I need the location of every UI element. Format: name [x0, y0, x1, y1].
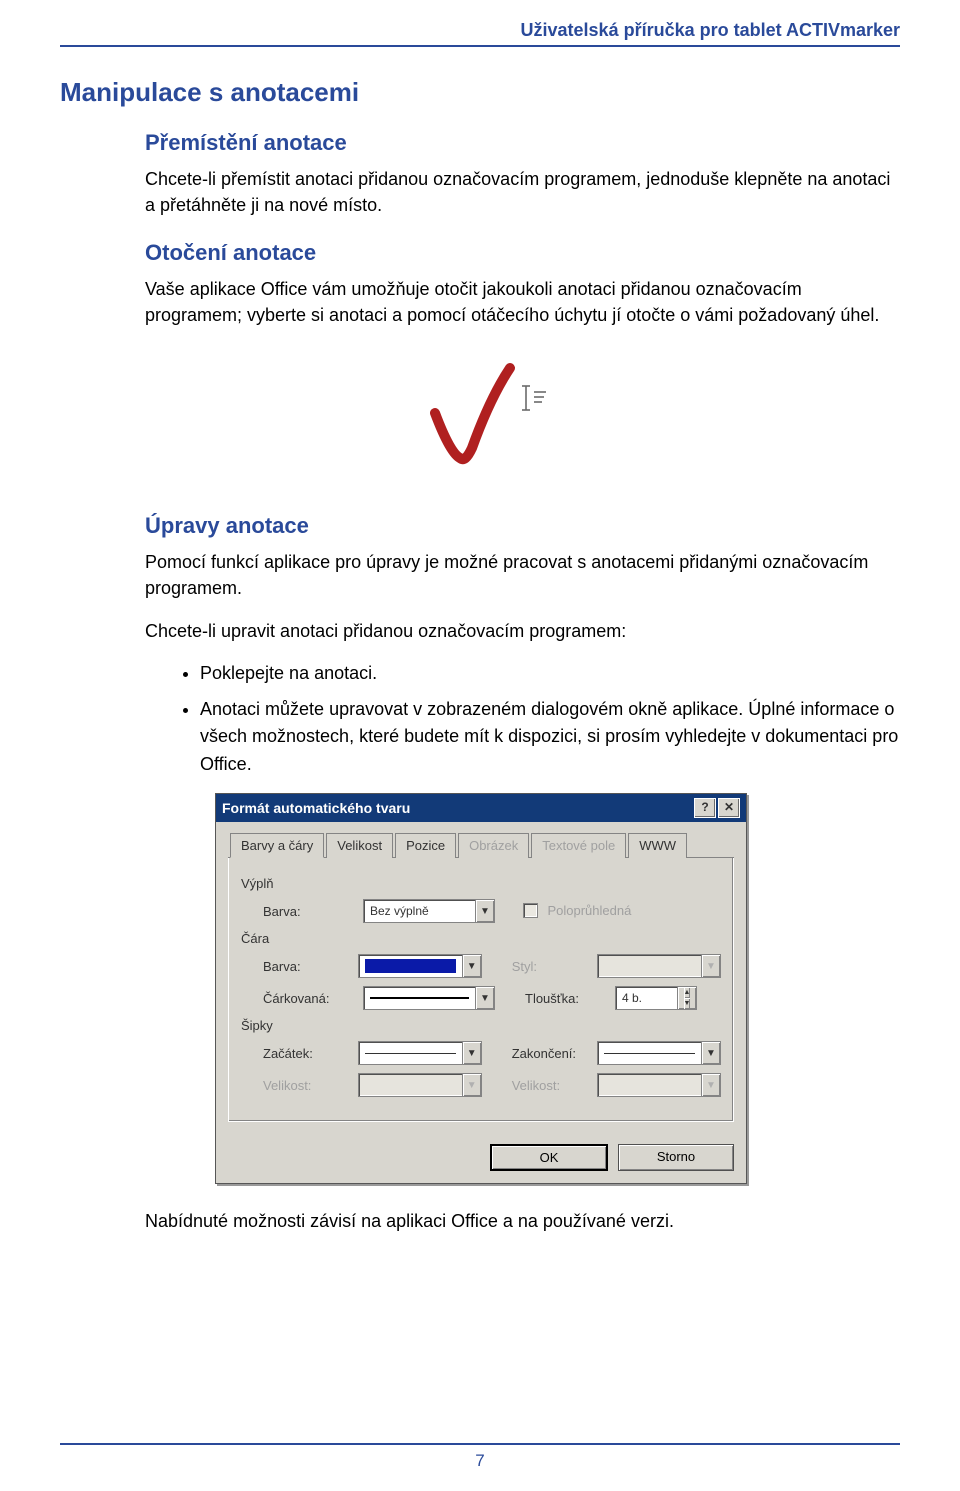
label-styl: Styl:	[512, 959, 587, 974]
chevron-down-icon: ▼	[701, 955, 720, 977]
list-item: Poklepejte na anotaci.	[200, 660, 900, 688]
line-preview	[370, 997, 469, 999]
list-item: Anotaci můžete upravovat v zobrazeném di…	[200, 696, 900, 780]
chevron-down-icon: ▼	[475, 987, 494, 1009]
combo-carkovana[interactable]: ▼	[363, 986, 495, 1010]
help-icon[interactable]: ?	[694, 798, 716, 818]
heading-manipulace: Manipulace s anotacemi	[60, 77, 900, 108]
tab-pozice[interactable]: Pozice	[395, 833, 456, 858]
label-polopruhledna: Poloprůhledná	[547, 903, 631, 918]
combo-barva-vypln[interactable]: Bez výplně ▼	[363, 899, 495, 923]
arrow-end-preview	[604, 1053, 695, 1054]
spin-arrows: ▲▼	[677, 987, 696, 1009]
chevron-down-icon: ▼	[462, 1074, 481, 1096]
paragraph-premisteni: Chcete-li přemístit anotaci přidanou ozn…	[60, 166, 900, 218]
combo-barva-cara[interactable]: ▼	[358, 954, 482, 978]
header-title: Uživatelská příručka pro tablet ACTIVmar…	[60, 20, 900, 47]
dialog-title: Formát automatického tvaru	[222, 800, 410, 816]
chevron-down-icon: ▼	[462, 1042, 481, 1064]
paragraph-upravy-2: Chcete-li upravit anotaci přidanou označ…	[60, 618, 900, 644]
spin-tloustka[interactable]: 4 b. ▲▼	[615, 986, 697, 1010]
paragraph-closing: Nabídnuté možnosti závisí na aplikaci Of…	[60, 1208, 900, 1234]
arrow-start-preview	[365, 1053, 456, 1054]
heading-otoceni: Otočení anotace	[60, 240, 900, 266]
tab-velikost[interactable]: Velikost	[326, 833, 393, 858]
color-swatch	[365, 959, 456, 973]
page-number: 7	[60, 1443, 900, 1471]
tab-www[interactable]: WWW	[628, 833, 687, 858]
heading-upravy: Úpravy anotace	[60, 513, 900, 539]
tab-barvy-a-cary[interactable]: Barvy a čáry	[230, 833, 324, 858]
cancel-button[interactable]: Storno	[618, 1144, 734, 1171]
format-dialog: Formát automatického tvaru ? ✕ Barvy a č…	[215, 793, 747, 1184]
combo-velikost-zakonceni: ▼	[597, 1073, 721, 1097]
group-vypln: Výplň	[241, 876, 721, 891]
label-velikost-zacatek: Velikost:	[263, 1078, 348, 1093]
chevron-down-icon: ▼	[462, 955, 481, 977]
close-icon[interactable]: ✕	[718, 798, 740, 818]
tab-textove-pole[interactable]: Textové pole	[531, 833, 626, 858]
ok-button[interactable]: OK	[490, 1144, 608, 1171]
combo-zacatek[interactable]: ▼	[358, 1041, 482, 1065]
chevron-down-icon: ▼	[701, 1074, 720, 1096]
chevron-down-icon: ▼	[475, 900, 494, 922]
label-barva-vypln: Barva:	[263, 904, 353, 919]
label-velikost-zakonceni: Velikost:	[512, 1078, 587, 1093]
label-tloustka: Tloušťka:	[525, 991, 605, 1006]
combo-velikost-zacatek: ▼	[358, 1073, 482, 1097]
combo-zakonceni[interactable]: ▼	[597, 1041, 721, 1065]
label-zakonceni: Zakončení:	[512, 1046, 587, 1061]
chevron-down-icon: ▼	[701, 1042, 720, 1064]
checkmark-figure	[60, 348, 900, 483]
label-barva-cara: Barva:	[263, 959, 348, 974]
paragraph-upravy-1: Pomocí funkcí aplikace pro úpravy je mož…	[60, 549, 900, 601]
group-cara: Čára	[241, 931, 721, 946]
paragraph-otoceni: Vaše aplikace Office vám umožňuje otočit…	[60, 276, 900, 328]
heading-premisteni: Přemístění anotace	[60, 130, 900, 156]
tab-obrazek[interactable]: Obrázek	[458, 833, 529, 858]
combo-styl: ▼	[597, 954, 721, 978]
label-zacatek: Začátek:	[263, 1046, 348, 1061]
checkbox-polopruhledna	[523, 903, 538, 918]
label-carkovana: Čárkovaná:	[263, 991, 353, 1006]
group-sipky: Šipky	[241, 1018, 721, 1033]
